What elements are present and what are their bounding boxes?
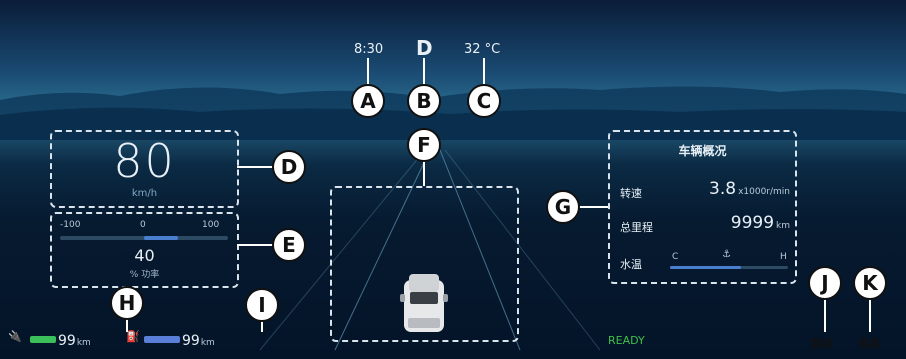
electric-range-value: 99 <box>58 333 76 349</box>
temp-low-label: C <box>672 252 679 262</box>
callout-a-leader <box>367 58 369 84</box>
rpm-unit: x1000r/min <box>738 187 790 197</box>
speed-value: 80 <box>113 134 176 188</box>
odometer-label: 总里程 <box>620 221 653 234</box>
coolant-icon: ⚓ <box>722 249 731 260</box>
rpm-value: 3.8 <box>709 179 737 199</box>
power-value: 40 <box>134 246 155 265</box>
callout-h: H <box>110 286 144 320</box>
callout-e: E <box>272 228 306 262</box>
callout-k: K <box>853 266 887 300</box>
vehicle-icon <box>400 274 448 332</box>
rpm-readout: 3.8 x1000r/min <box>670 179 790 199</box>
power-bar-track <box>60 236 228 240</box>
electric-range-unit: km <box>76 338 91 348</box>
callout-i: I <box>245 288 279 322</box>
power-panel: -100 0 100 40 % 功率 <box>50 212 239 288</box>
water-temp-fill <box>670 266 741 269</box>
fuel-pump-icon: ⛽ <box>126 330 140 343</box>
fuel-range-value: 99 <box>182 333 200 349</box>
rpm-label: 转速 <box>620 187 642 200</box>
callout-d: D <box>272 150 306 184</box>
water-temp-track <box>670 266 788 269</box>
callout-c: C <box>467 84 501 118</box>
temp-high-label: H <box>780 252 787 262</box>
callout-b: B <box>407 84 441 118</box>
fuel-range-unit: km <box>200 338 215 348</box>
water-temp-label: 水温 <box>620 258 642 271</box>
driving-style-label: 标准 <box>858 337 880 350</box>
fuel-range: 99km <box>182 330 215 349</box>
power-scale-zero: 0 <box>140 220 146 230</box>
gear-indicator: D <box>416 36 433 60</box>
instrument-cluster: 8:30 D 32 °C 80 km/h -100 0 100 40 % 功率 … <box>0 0 906 359</box>
drive-mode-label: 混动 <box>810 337 832 350</box>
electric-range: 99km <box>58 330 91 349</box>
odometer-readout: 9999 km <box>670 213 790 233</box>
callout-k-leader <box>869 296 871 332</box>
battery-level-bar <box>30 336 56 343</box>
power-scale-min: -100 <box>60 220 81 230</box>
callout-e-leader <box>237 244 273 246</box>
callout-c-leader <box>483 58 485 84</box>
callout-g: G <box>546 190 580 224</box>
callout-a: A <box>351 84 385 118</box>
battery-icon: 🔌 <box>8 330 22 343</box>
speed-unit: km/h <box>131 188 158 199</box>
clock-time: 8:30 <box>354 42 384 57</box>
fuel-level-bar <box>144 336 180 343</box>
callout-j-leader <box>824 296 826 332</box>
callout-f: F <box>407 128 441 162</box>
speed-panel: 80 km/h <box>50 130 239 208</box>
power-bar-fill <box>144 236 178 240</box>
callout-d-leader <box>237 166 273 168</box>
callout-g-leader <box>578 206 608 208</box>
outside-temperature: 32 °C <box>464 42 501 57</box>
odometer-unit: km <box>776 221 790 231</box>
power-label: % 功率 <box>129 270 160 280</box>
odometer-value: 9999 <box>730 213 775 233</box>
callout-b-leader <box>423 58 425 84</box>
overview-title: 车辆概况 <box>678 144 727 158</box>
callout-j: J <box>808 266 842 300</box>
power-scale-max: 100 <box>202 220 220 230</box>
adas-view-panel <box>330 186 519 342</box>
vehicle-overview-panel: 车辆概况 转速 3.8 x1000r/min 总里程 9999 km 水温 C H … <box>608 130 797 284</box>
callout-f-leader <box>423 158 425 186</box>
ready-indicator: READY <box>608 334 645 347</box>
